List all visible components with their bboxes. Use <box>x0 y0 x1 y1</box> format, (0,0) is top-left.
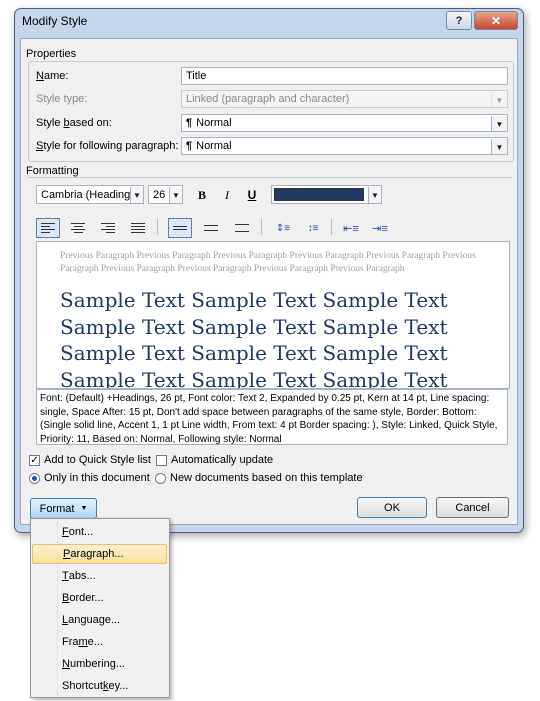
toolbar-separator <box>261 219 262 235</box>
one-half-spacing-icon <box>204 225 218 231</box>
properties-group-label: Properties <box>26 48 77 60</box>
checkmark-icon: ✓ <box>30 454 39 466</box>
add-quick-style-label: Add to Quick Style list <box>44 454 151 466</box>
new-documents-radio[interactable] <box>155 473 166 484</box>
single-spacing-button[interactable] <box>168 218 192 238</box>
formatting-group-label: Formatting <box>26 165 79 177</box>
only-this-document-label: Only in this document <box>44 472 150 484</box>
menu-item-frame[interactable]: Fra m e... <box>32 632 167 652</box>
based-on-label: Style based on: <box>36 117 112 129</box>
double-spacing-button[interactable] <box>230 218 254 238</box>
paragraph-mark-icon: ¶ <box>186 117 193 129</box>
menu-item-numbering[interactable]: Numbering... <box>32 654 167 674</box>
add-quick-style-checkbox[interactable]: ✓ <box>29 455 40 466</box>
formatting-divider <box>28 177 512 178</box>
sample-text-line-4: Sample Text Sample Text Sample Text <box>60 367 448 389</box>
sample-text-line-2: Sample Text Sample Text Sample Text <box>60 314 448 339</box>
font-arrow-icon: ▼ <box>130 187 143 203</box>
one-half-spacing-button[interactable] <box>199 218 223 238</box>
align-right-icon <box>101 223 115 233</box>
decrease-indent-button[interactable]: ⇤≡ <box>339 218 363 238</box>
menu-item-language[interactable]: Language... <box>32 610 167 630</box>
font-size-arrow-icon: ▼ <box>169 187 182 203</box>
name-label: Name: <box>36 70 69 82</box>
align-left-button[interactable] <box>36 218 60 238</box>
align-right-button[interactable] <box>96 218 120 238</box>
justify-icon <box>131 223 145 233</box>
following-dropdown[interactable]: ¶ Normal ▼ <box>181 137 508 155</box>
based-on-arrow-icon: ▼ <box>491 116 507 131</box>
paragraph-mark-icon: ¶ <box>186 140 193 152</box>
double-spacing-icon <box>235 224 249 232</box>
based-on-value: Normal <box>196 117 232 129</box>
format-label: Format <box>39 502 75 515</box>
style-description: Font: (Default) +Headings, 26 pt, Font c… <box>36 389 508 445</box>
following-label: Style for following paragraph: <box>36 140 179 152</box>
align-center-icon <box>71 223 85 233</box>
justify-button[interactable] <box>126 218 150 238</box>
sample-text-line-3: Sample Text Sample Text Sample Text <box>60 341 448 365</box>
auto-update-checkbox[interactable] <box>156 455 167 466</box>
style-type-label: Style type: <box>36 93 88 105</box>
decrease-indent-icon: ⇤≡ <box>343 222 359 235</box>
menu-item-border[interactable]: Border... <box>32 588 167 608</box>
close-button[interactable]: ✕ <box>474 11 518 30</box>
single-spacing-icon <box>173 226 187 230</box>
based-on-dropdown[interactable]: ¶ Normal ▼ <box>181 114 508 132</box>
font-color-swatch <box>274 188 364 201</box>
radio-selected-dot <box>32 476 37 481</box>
toolbar-separator <box>157 219 158 235</box>
increase-indent-icon: ⇥≡ <box>372 222 388 235</box>
increase-indent-button[interactable]: ⇥≡ <box>368 218 392 238</box>
previous-paragraph-line-2: Paragraph Previous Paragraph Previous Pa… <box>60 264 405 274</box>
name-field[interactable]: Title <box>181 67 508 85</box>
font-size-dropdown[interactable]: 26 ▼ <box>148 185 183 204</box>
bold-button[interactable]: B <box>193 185 211 205</box>
decrease-spacing-button[interactable]: ↕≡ <box>301 218 325 238</box>
menu-item-shortcut-key[interactable]: Shortcut k ey... <box>32 676 167 696</box>
font-color-arrow-icon: ▼ <box>368 187 381 203</box>
cancel-button[interactable]: Cancel <box>436 497 509 518</box>
italic-button[interactable]: I <box>218 185 236 205</box>
menu-item-paragraph[interactable]: Paragraph... <box>32 544 167 564</box>
only-this-document-radio[interactable] <box>29 473 40 484</box>
format-arrow-icon: ▼ <box>80 505 88 512</box>
font-color-dropdown[interactable]: ▼ <box>271 185 382 204</box>
font-dropdown[interactable]: Cambria (Headings) ▼ <box>36 185 144 204</box>
following-arrow-icon: ▼ <box>491 139 507 154</box>
format-menu: Font... Paragraph... Tabs... Border... L… <box>30 518 170 698</box>
new-documents-label: New documents based on this template <box>170 472 363 484</box>
menu-item-tabs[interactable]: Tabs... <box>32 566 167 586</box>
increase-spacing-icon: ⇕≡ <box>275 222 291 234</box>
style-preview-pane: Previous Paragraph Previous Paragraph Pr… <box>36 241 510 389</box>
align-left-icon <box>41 223 55 233</box>
style-type-arrow-icon: ▼ <box>491 92 507 107</box>
dialog-title: Modify Style <box>22 14 88 28</box>
previous-paragraph-line-1: Previous Paragraph Previous Paragraph Pr… <box>60 251 476 261</box>
following-value: Normal <box>196 140 232 152</box>
menu-item-font[interactable]: Font... <box>32 522 167 542</box>
decrease-spacing-icon: ↕≡ <box>307 222 319 234</box>
font-size-value: 26 <box>153 188 166 201</box>
underline-button[interactable]: U <box>243 185 261 205</box>
font-value: Cambria (Headings) <box>41 188 140 201</box>
format-button[interactable]: Format ▼ <box>30 498 97 519</box>
increase-spacing-button[interactable]: ⇕≡ <box>271 218 295 238</box>
sample-text-line-1: Sample Text Sample Text Sample Text <box>60 288 448 312</box>
ok-button[interactable]: OK <box>357 497 427 518</box>
style-type-dropdown[interactable]: Linked (paragraph and character) ▼ <box>181 90 508 108</box>
style-type-value: Linked (paragraph and character) <box>186 93 350 105</box>
align-center-button[interactable] <box>66 218 90 238</box>
help-button[interactable]: ? <box>446 11 472 30</box>
toolbar-separator <box>331 219 332 235</box>
auto-update-label: Automatically update <box>171 454 274 466</box>
